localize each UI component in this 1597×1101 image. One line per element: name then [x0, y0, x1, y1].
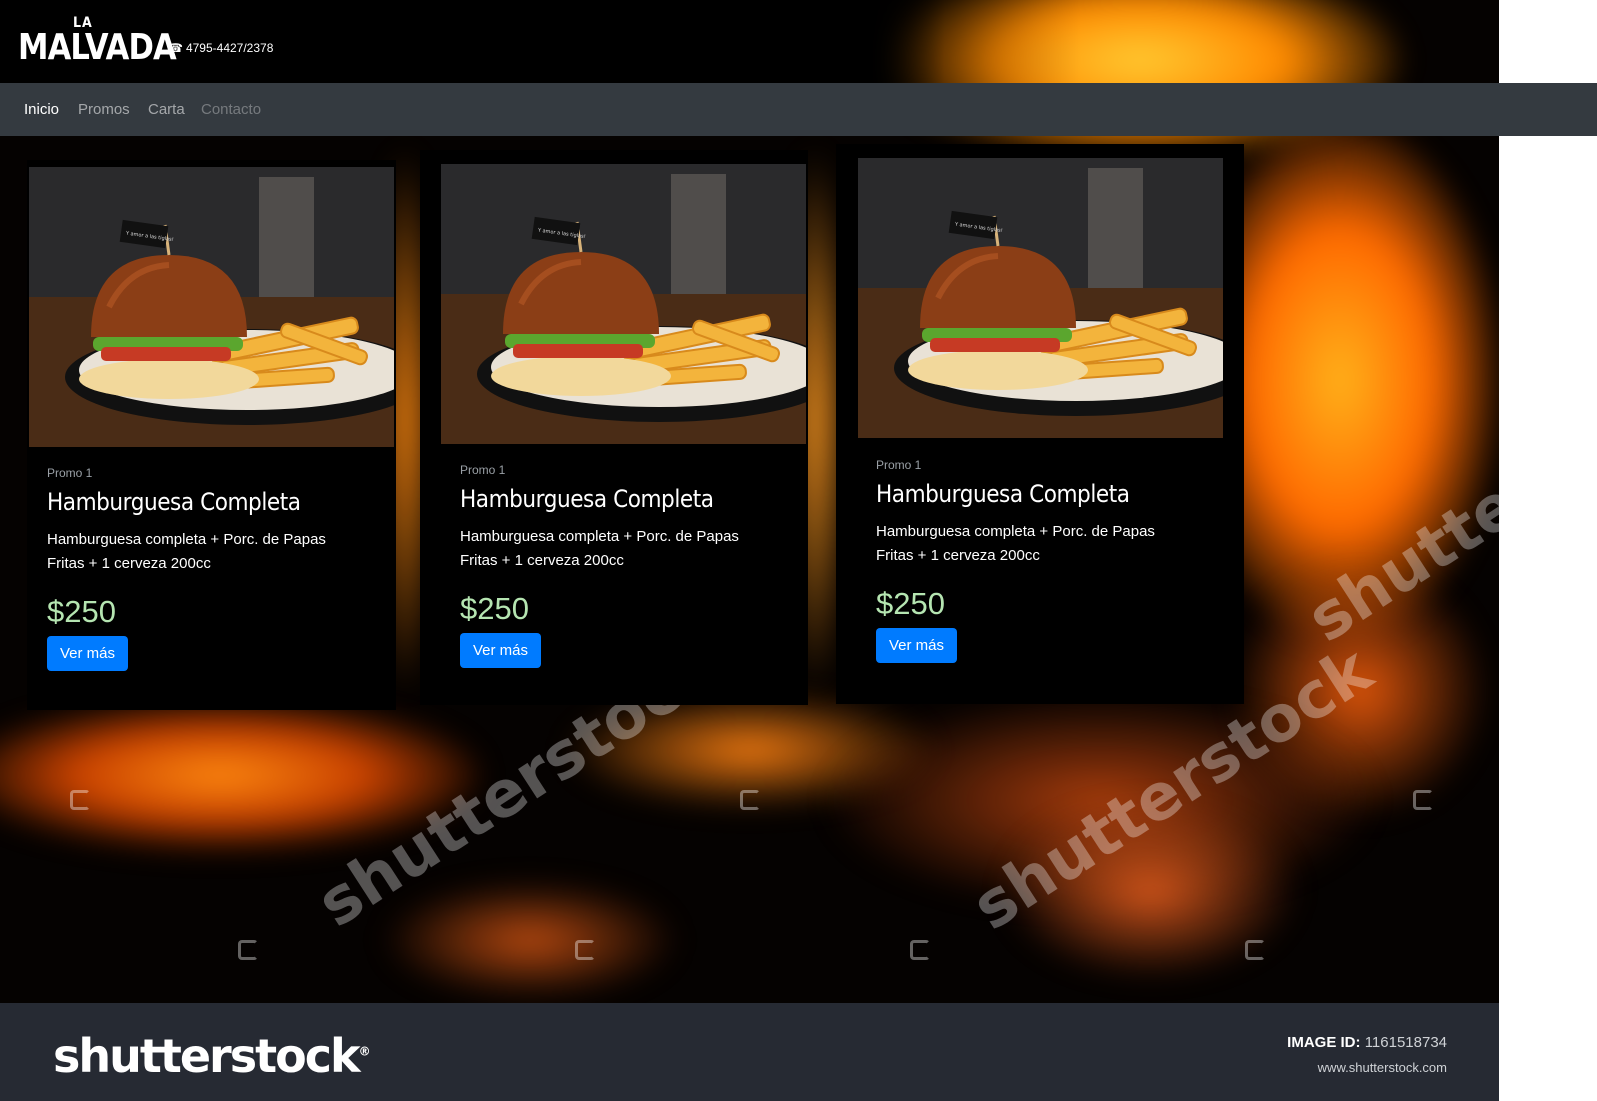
watermark-mark-icon	[1245, 940, 1265, 960]
phone-number: ☎ 4795-4427/2378	[168, 41, 273, 55]
ver-mas-button[interactable]: Ver más	[876, 628, 958, 663]
card-subtitle: Promo 1	[876, 458, 922, 472]
site-header: LA MALVADA ☎ 4795-4427/2378	[0, 0, 1499, 83]
promo-card: Y amor a las tiglas! Promo 1 Hamburguesa…	[27, 160, 396, 710]
stock-banner: shutterstock® IMAGE ID: 1161518734 www.s…	[0, 1003, 1499, 1101]
promo-card: Y amor a las tiglas! Promo 1 Hamburguesa…	[836, 144, 1244, 704]
card-text: Hamburguesa completa + Porc. de Papas Fr…	[876, 523, 1155, 564]
nav-item-promos[interactable]: Promos	[78, 101, 130, 118]
watermark-mark-icon	[910, 940, 930, 960]
image-id: IMAGE ID: 1161518734	[1287, 1034, 1447, 1051]
ver-mas-button[interactable]: Ver más	[47, 636, 129, 671]
shutterstock-url: www.shutterstock.com	[1317, 1060, 1447, 1075]
logo-main-text: MALVADA	[18, 27, 177, 68]
watermark-mark-icon	[740, 790, 760, 810]
image-id-value: 1161518734	[1364, 1034, 1447, 1051]
card-price: $250	[460, 591, 529, 626]
card-subtitle: Promo 1	[460, 463, 506, 477]
shutterstock-logo: shutterstock®	[53, 1029, 371, 1083]
card-body: Promo 1 Hamburguesa Completa Hamburguesa…	[876, 458, 1196, 663]
burger-illustration: Y amor a las tiglas!	[29, 167, 394, 447]
nav-item-carta[interactable]: Carta	[148, 101, 185, 118]
burger-illustration: Y amor a las tiglas!	[858, 158, 1223, 438]
card-title: Hamburguesa Completa	[460, 485, 714, 513]
nav-item-contacto[interactable]: Contacto	[201, 101, 261, 118]
image-id-label: IMAGE ID:	[1287, 1034, 1361, 1051]
shutterstock-logo-text: shutterstock	[53, 1029, 361, 1083]
promo-card: Y amor a las tiglas! Promo 1 Hamburguesa…	[420, 150, 808, 705]
card-text: Hamburguesa completa + Porc. de Papas Fr…	[460, 528, 739, 569]
card-body: Promo 1 Hamburguesa Completa Hamburguesa…	[47, 466, 367, 671]
registered-mark: ®	[358, 1044, 371, 1059]
nav-item-inicio[interactable]: Inicio	[24, 101, 59, 118]
watermark-mark-icon	[575, 940, 595, 960]
card-price: $250	[47, 594, 116, 629]
card-subtitle: Promo 1	[47, 466, 93, 480]
phone-text: 4795-4427/2378	[185, 41, 274, 55]
burger-image: Y amor a las tiglas!	[441, 164, 806, 444]
watermark-mark-icon	[238, 940, 258, 960]
card-price: $250	[876, 586, 945, 621]
watermark-mark-icon	[1413, 790, 1433, 810]
card-body: Promo 1 Hamburguesa Completa Hamburguesa…	[460, 463, 780, 668]
card-title: Hamburguesa Completa	[47, 488, 301, 516]
watermark-mark-icon	[70, 790, 90, 810]
burger-image: Y amor a las tiglas!	[29, 167, 394, 447]
burger-illustration: Y amor a las tiglas!	[441, 164, 806, 444]
card-title: Hamburguesa Completa	[876, 480, 1130, 508]
card-text: Hamburguesa completa + Porc. de Papas Fr…	[47, 531, 326, 572]
ver-mas-button[interactable]: Ver más	[460, 633, 542, 668]
main-navbar: Inicio Promos Carta Contacto	[0, 83, 1597, 136]
burger-image: Y amor a las tiglas!	[858, 158, 1223, 438]
phone-icon: ☎	[168, 41, 183, 55]
